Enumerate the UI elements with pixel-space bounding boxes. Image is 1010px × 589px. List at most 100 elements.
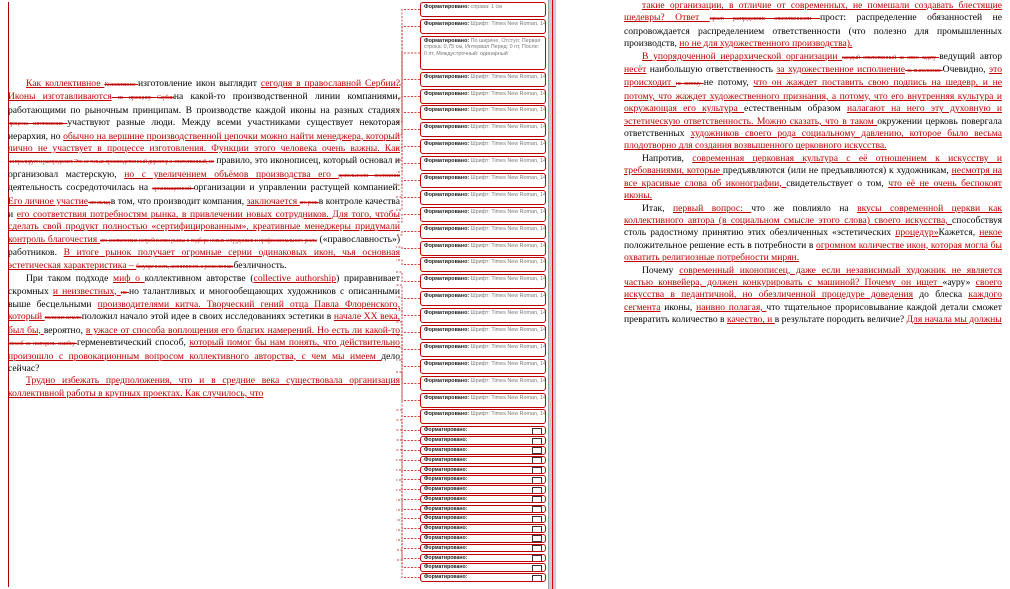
- expand-box-icon[interactable]: [532, 476, 542, 483]
- comment-balloon[interactable]: Форматировано: Шрифт: Times New Roman, 1…: [420, 223, 546, 239]
- balloon-label: Форматировано:: [424, 259, 470, 266]
- comment-balloon[interactable]: Форматировано: Шрифт: Times New Roman, 1…: [420, 105, 546, 121]
- comment-balloon[interactable]: Форматировано: справа: 1 см: [420, 2, 546, 17]
- comment-balloon[interactable]: Форматировано: По ширине, Отступ: Первая…: [420, 35, 546, 70]
- balloon-label: Форматировано:: [424, 486, 468, 493]
- balloon-label: Форматировано:: [424, 310, 470, 317]
- expand-box-icon[interactable]: [532, 564, 542, 571]
- comment-balloon[interactable]: Форматировано:: [420, 494, 546, 504]
- comment-balloon[interactable]: Форматировано: Шрифт: Times New Roman, 1…: [420, 409, 546, 425]
- expand-box-icon[interactable]: [532, 525, 542, 532]
- comment-balloon[interactable]: Форматировано: Шрифт: Times New Roman, 1…: [420, 341, 546, 357]
- text-run: «ауру»: [942, 276, 976, 288]
- balloon-label: Форматировано:: [424, 141, 470, 148]
- balloon-text: Шрифт: Times New Roman, 14 пт: [469, 259, 546, 266]
- comment-balloon[interactable]: Форматировано:: [420, 455, 546, 465]
- balloon-text: Шрифт: Times New Roman, 14 пт: [469, 411, 546, 418]
- comment-balloon[interactable]: Форматировано:: [420, 573, 546, 582]
- comment-balloon[interactable]: Форматировано: Шрифт: Times New Roman, 1…: [420, 240, 546, 256]
- comment-balloon[interactable]: Форматировано: Шрифт: Times New Roman, 1…: [420, 274, 546, 290]
- expand-box-icon[interactable]: [532, 555, 542, 562]
- comment-balloon[interactable]: Форматировано: Шрифт: Times New Roman, 1…: [420, 156, 546, 172]
- comment-balloon[interactable]: Форматировано:: [420, 426, 546, 435]
- connector-line: [396, 26, 420, 99]
- balloon-label: Форматировано:: [424, 124, 470, 131]
- connector-line: [396, 309, 420, 333]
- balloon-label: Форматировано:: [424, 544, 468, 551]
- comment-balloon[interactable]: Форматировано:: [420, 475, 546, 484]
- comment-balloon[interactable]: Форматировано: Шрифт: Times New Roman, 1…: [420, 139, 546, 155]
- connector-line: [396, 129, 420, 161]
- expand-box-icon[interactable]: [532, 437, 542, 444]
- comment-balloon[interactable]: Форматировано: Шрифт: Times New Roman, 1…: [420, 308, 546, 324]
- comment-balloon[interactable]: Форматировано: Шрифт: Times New Roman, 1…: [420, 257, 546, 273]
- comment-balloon[interactable]: Форматировано:: [420, 553, 546, 563]
- expand-box-icon[interactable]: [532, 427, 542, 435]
- balloon-label: Форматировано:: [424, 158, 470, 165]
- expand-box-icon[interactable]: [532, 467, 542, 474]
- balloon-label: Форматировано:: [424, 343, 470, 350]
- balloon-label: Форматировано:: [424, 554, 468, 561]
- balloon-text: Шрифт: Times New Roman, 14 пт: [469, 175, 546, 182]
- comment-balloon[interactable]: Форматировано: Шрифт: Times New Roman, 1…: [420, 189, 546, 205]
- comment-balloon[interactable]: Форматировано: Шрифт: Times New Roman, 1…: [420, 325, 546, 341]
- comment-balloon[interactable]: Форматировано: Шрифт: Times New Roman, 1…: [420, 291, 546, 307]
- deleted-text: за выполнение: [905, 68, 943, 75]
- expand-box-icon[interactable]: [532, 545, 542, 552]
- comment-balloon[interactable]: Форматировано: Шрифт: Times New Roman, 1…: [420, 88, 546, 104]
- connector-line: [396, 9, 420, 86]
- expand-box-icon[interactable]: [532, 486, 542, 493]
- comment-balloon[interactable]: Форматировано:: [420, 436, 546, 445]
- connector-line: [396, 214, 420, 223]
- comment-balloon[interactable]: Форматировано: Шрифт: Times New Roman, 1…: [420, 206, 546, 222]
- comment-balloon[interactable]: Форматировано: Шрифт: Times New Roman, 1…: [420, 375, 546, 391]
- balloon-label: Форматировано:: [424, 427, 468, 434]
- paragraph: В упорядоченной иерархической организаци…: [624, 51, 1002, 153]
- text-run: предъявляются (или не предъявляются) к х…: [722, 165, 952, 177]
- comment-balloon[interactable]: Форматировано:: [420, 485, 546, 494]
- comment-balloon[interactable]: Форматировано:: [420, 533, 546, 543]
- expand-box-icon[interactable]: [532, 515, 542, 523]
- text-run: в результате породить величие?: [774, 314, 907, 326]
- expand-box-icon[interactable]: [532, 574, 542, 581]
- comment-balloon[interactable]: Форматировано: Шрифт: Times New Roman, 1…: [420, 358, 546, 374]
- balloon-label: Форматировано:: [424, 175, 470, 182]
- balloon-label: Форматировано:: [424, 411, 470, 418]
- comment-balloon[interactable]: Форматировано:: [420, 445, 546, 455]
- connector-line: [396, 146, 420, 173]
- balloon-label: Форматировано:: [424, 437, 468, 444]
- comment-balloon[interactable]: Форматировано: Шрифт: Times New Roman, 1…: [420, 71, 546, 87]
- comment-balloon[interactable]: Форматировано:: [420, 563, 546, 572]
- text-run: положительное решение есть в потребности…: [624, 239, 817, 251]
- expand-box-icon[interactable]: [532, 535, 542, 542]
- expand-box-icon[interactable]: [532, 496, 542, 503]
- balloon-label: Форматировано:: [424, 4, 470, 10]
- comment-balloon[interactable]: Форматировано:: [420, 524, 546, 533]
- comment-balloon[interactable]: Форматировано:: [420, 543, 546, 553]
- comment-balloon[interactable]: Форматировано:: [420, 514, 546, 523]
- inserted-text: процедур»: [895, 227, 939, 239]
- comment-balloon[interactable]: Форматировано:: [420, 465, 546, 475]
- comment-balloon[interactable]: Форматировано: Шрифт: Times New Roman, 1…: [420, 392, 546, 408]
- connector-line: [396, 112, 420, 149]
- comment-balloon[interactable]: Форматировано: Шрифт: Times New Roman, 1…: [420, 18, 546, 34]
- balloon-text: Шрифт: Times New Roman, 14 пт: [469, 343, 546, 350]
- text-run: наибольшую ответственность: [646, 64, 777, 76]
- balloon-text: Шрифт: Times New Roman, 14 пт: [469, 20, 546, 27]
- balloon-text: Шрифт: Times New Roman, 14 пт: [469, 360, 546, 367]
- balloon-label: Форматировано:: [424, 73, 470, 80]
- expand-box-icon[interactable]: [532, 457, 542, 464]
- deleted-text: не потому: [675, 81, 704, 88]
- balloon-label: Форматировано:: [424, 476, 468, 483]
- expand-box-icon[interactable]: [532, 447, 542, 454]
- comment-balloon[interactable]: Форматировано: Шрифт: Times New Roman, 1…: [420, 173, 546, 189]
- expand-box-icon[interactable]: [532, 506, 542, 513]
- text-run: ведущий автор: [939, 50, 1003, 62]
- comment-balloon[interactable]: Форматировано:: [420, 504, 546, 514]
- balloon-label: Форматировано:: [424, 505, 468, 512]
- text-run: что же повлияло на: [751, 202, 858, 214]
- balloon-text: Шрифт: Times New Roman, 14 пт: [469, 208, 546, 215]
- inserted-text: Для начала мы должны: [906, 314, 1002, 326]
- comment-balloon[interactable]: Форматировано: Шрифт: Times New Roman, 1…: [420, 122, 546, 138]
- balloon-label: Форматировано:: [424, 574, 468, 581]
